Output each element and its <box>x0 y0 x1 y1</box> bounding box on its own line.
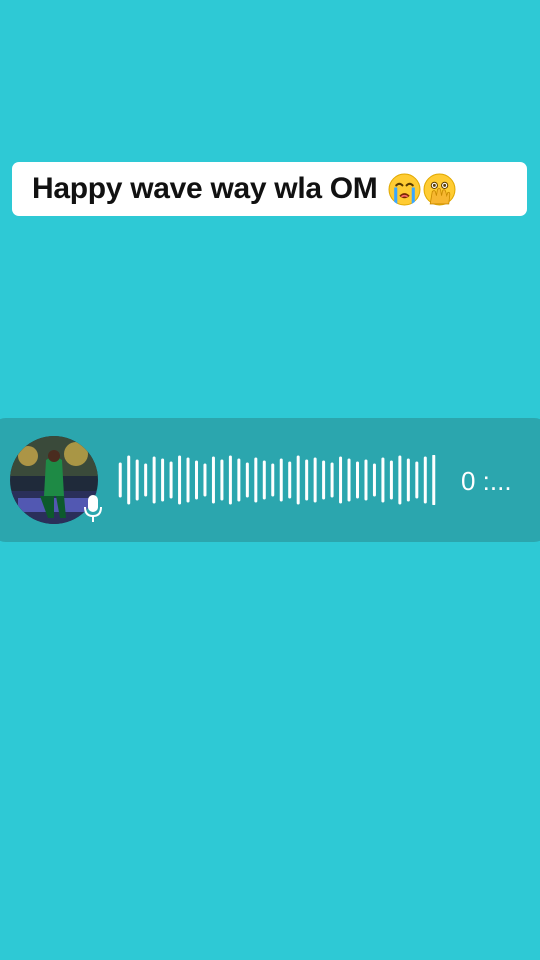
caption-bar: Happy wave way wla OM <box>12 162 527 216</box>
audio-waveform[interactable] <box>116 455 438 505</box>
loudly-crying-face-icon <box>388 173 420 205</box>
caption-text: Happy wave way wla OM <box>32 172 378 205</box>
face-with-open-eyes-and-hand-over-mouth-icon <box>423 173 455 205</box>
microphone-icon <box>84 495 102 522</box>
duration-label: 0 :... <box>461 466 512 496</box>
